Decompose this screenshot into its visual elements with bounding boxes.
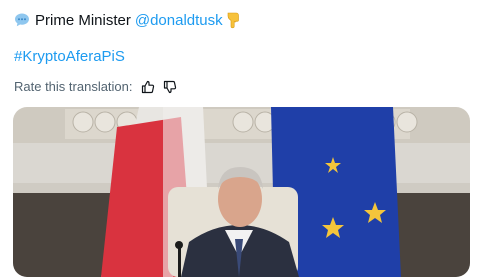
speech-bubble-icon	[15, 13, 29, 27]
rate-translation: Rate this translation:	[14, 79, 177, 94]
tweet-media-image[interactable]	[13, 107, 470, 277]
pointing-down-hand-icon	[227, 12, 239, 29]
thumbs-down-icon[interactable]	[163, 80, 177, 94]
mention-link[interactable]: @donaldtusk	[135, 12, 223, 29]
hashtag-link[interactable]: #KryptoAferaPiS	[14, 48, 125, 65]
thumbs-up-icon[interactable]	[141, 80, 155, 94]
rate-translation-label: Rate this translation:	[14, 79, 133, 94]
tweet-text-line: Prime Minister @donaldtusk	[14, 9, 241, 31]
author-label: Prime Minister	[35, 11, 131, 29]
